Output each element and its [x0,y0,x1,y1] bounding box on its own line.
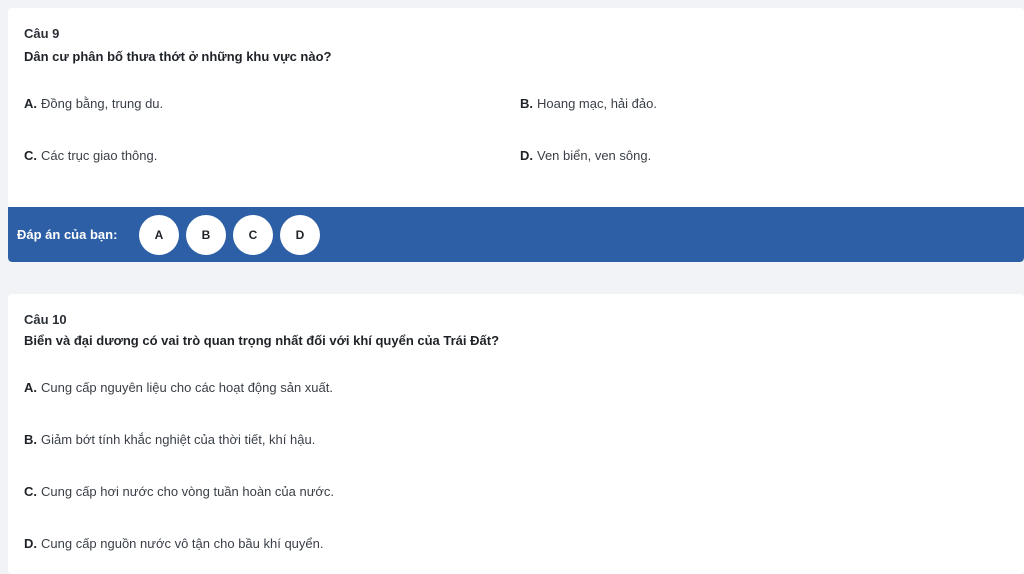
option-letter: B. [520,96,533,111]
option-text: Các trục giao thông. [41,148,158,163]
option-letter: C. [24,148,37,163]
option-text: Cung cấp hơi nước cho vòng tuần hoàn của… [41,484,335,499]
answer-label: Đáp án của bạn: [17,227,118,242]
option-letter: D. [24,536,37,551]
answer-choice-c[interactable]: C [233,215,273,255]
question-text: Biển và đại dương có vai trò quan trọng … [24,333,500,348]
option-text: Giảm bớt tính khắc nghiệt của thời tiết,… [41,432,316,447]
option-a: A. Đồng bằng, trung du. [24,96,163,111]
option-text: Đồng bằng, trung du. [41,96,164,111]
option-c: C. Các trục giao thông. [24,148,157,163]
option-a: A. Cung cấp nguyên liệu cho các hoạt động… [24,380,333,395]
answer-choice-a[interactable]: A [139,215,179,255]
option-d: D. Ven biển, ven sông. [520,148,651,163]
option-b: B. Giảm bớt tính khắc nghiệt của thời tiế… [24,432,315,447]
option-letter: B. [24,432,37,447]
option-text: Hoang mạc, hải đảo. [537,96,657,111]
answer-choice-d[interactable]: D [280,215,320,255]
answer-choice-b[interactable]: B [186,215,226,255]
option-text: Ven biển, ven sông. [537,148,652,163]
question-number: Câu 9 [24,26,60,41]
option-text: Cung cấp nguồn nước vô tận cho bầu khí q… [41,536,324,551]
answer-bar: Đáp án của bạn: A B C D [8,207,1024,262]
option-letter: A. [24,96,37,111]
option-c: C. Cung cấp hơi nước cho vòng tuần hoàn c… [24,484,334,499]
question-card-9: Câu 9 Dân cư phân bố thưa thớt ở những k… [8,8,1024,262]
question-card-10: Câu 10 Biển và đại dương có vai trò quan… [8,294,1024,574]
question-text: Dân cư phân bố thưa thớt ở những khu vực… [24,49,332,64]
question-number: Câu 10 [24,312,67,327]
option-letter: C. [24,484,37,499]
option-text: Cung cấp nguyên liệu cho các hoạt động s… [41,380,333,395]
option-b: B. Hoang mạc, hải đảo. [520,96,657,111]
option-letter: A. [24,380,37,395]
option-letter: D. [520,148,533,163]
option-d: D. Cung cấp nguồn nước vô tận cho bầu khí… [24,536,323,551]
